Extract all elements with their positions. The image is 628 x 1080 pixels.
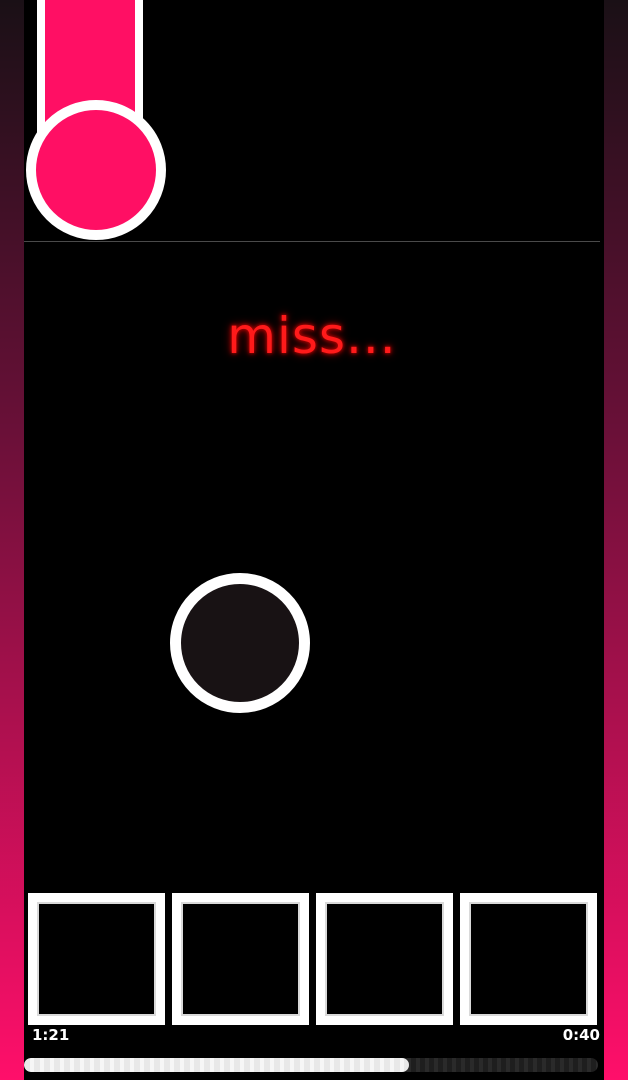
lane-key-4[interactable] [460,893,597,1025]
lane-key-2[interactable] [172,893,309,1025]
elapsed-time: 1:21 [32,1026,70,1044]
lane-key-1[interactable] [28,893,165,1025]
lane-keys [28,893,600,1025]
left-side-gradient-bar [0,0,24,1080]
lane-key-3[interactable] [316,893,453,1025]
judgement-line [24,241,600,242]
tap-target-circle[interactable] [170,573,310,713]
game-stage: miss... 1:21 0:40 [0,0,628,1080]
falling-note-head [26,100,166,240]
judgement-text: miss... [227,307,397,365]
song-progress-fill [24,1058,409,1072]
song-progress-bar [24,1058,598,1072]
remaining-time: 0:40 [562,1026,600,1044]
right-side-gradient-bar [604,0,628,1080]
